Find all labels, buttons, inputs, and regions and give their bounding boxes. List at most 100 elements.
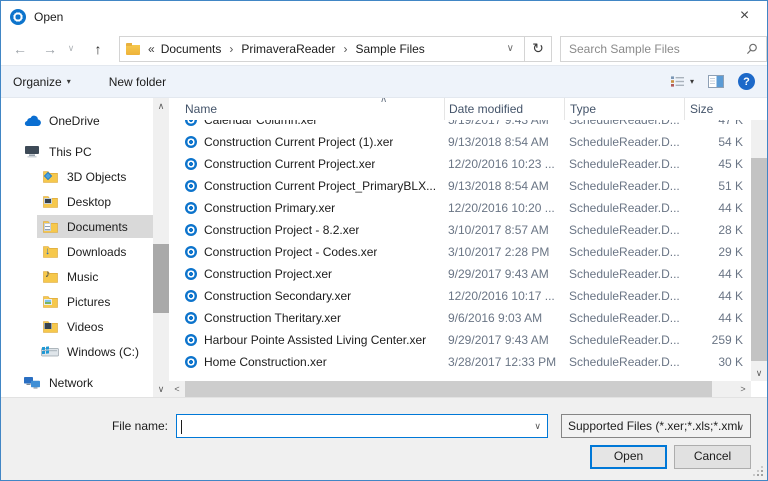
file-name-field: ∨ (176, 414, 548, 438)
sidebar-item-label: OneDrive (49, 114, 100, 128)
folder-pictures-icon (41, 295, 59, 308)
table-row[interactable]: Construction Current Project_PrimaryBLX.… (169, 175, 751, 197)
back-button[interactable]: ← (11, 41, 29, 57)
open-button[interactable]: Open (590, 445, 667, 469)
sidebar-item-label: Documents (67, 220, 128, 234)
sidebar-item-desktop[interactable]: Desktop (1, 189, 153, 214)
table-row[interactable]: Home Construction.xer3/28/2017 12:33 PMS… (169, 351, 751, 373)
search-input[interactable] (569, 42, 746, 56)
table-row[interactable]: Construction Secondary.xer12/20/2016 10:… (169, 285, 751, 307)
file-size: 28 K (684, 223, 744, 237)
breadcrumb-item-documents[interactable]: Documents (159, 42, 224, 56)
close-button[interactable]: × (722, 1, 767, 31)
sidebar-item-pictures[interactable]: Pictures (1, 289, 153, 314)
bottom-scroll-band: ∨ < > (153, 381, 751, 397)
sidebar-scrollbar-thumb[interactable] (153, 244, 169, 313)
table-row[interactable]: Construction Primary.xer12/20/2016 10:20… (169, 197, 751, 219)
open-dialog-window: Open × ← → ∨ ↑ « Documents › PrimaveraRe… (0, 0, 768, 481)
sidebar-item-network[interactable]: Network (1, 370, 153, 395)
new-folder-label: New folder (109, 75, 166, 89)
folder-3d-objects-icon (41, 170, 59, 183)
app-icon (10, 9, 26, 25)
table-row[interactable]: Construction Current Project.xer12/20/20… (169, 153, 751, 175)
up-button[interactable]: ↑ (89, 41, 107, 57)
sort-ascending-icon[interactable]: ∧ (380, 98, 387, 105)
breadcrumb-overflow-chevrons[interactable]: « (148, 42, 155, 56)
horizontal-scrollbar-track[interactable] (185, 381, 735, 397)
sidebar-item-label: This PC (49, 145, 92, 159)
title-bar: Open × (1, 1, 767, 32)
windows-flag-overlay (42, 347, 45, 350)
chevron-down-icon: ▾ (690, 77, 694, 86)
file-name: Construction Project - 8.2.xer (204, 223, 359, 237)
xer-file-icon (185, 268, 197, 280)
forward-button[interactable]: → (41, 41, 59, 57)
sidebar-item-3d-objects[interactable]: 3D Objects (1, 164, 153, 189)
file-name: Home Construction.xer (204, 355, 327, 369)
table-row[interactable]: Construction Current Project (1).xer9/13… (169, 131, 751, 153)
cancel-button[interactable]: Cancel (674, 445, 751, 469)
sidebar-scroll-down-arrow[interactable]: ∨ (153, 381, 169, 397)
horizontal-scrollbar-thumb[interactable] (185, 381, 712, 397)
refresh-button[interactable]: ↻ (525, 36, 552, 62)
resize-grip[interactable] (761, 474, 763, 476)
sidebar-item-music[interactable]: ♪ Music (1, 264, 153, 289)
xer-file-icon (185, 158, 197, 170)
file-name: Construction Project.xer (204, 267, 332, 281)
sidebar-scrollbar[interactable]: ∧ (153, 98, 169, 381)
chevron-down-icon[interactable]: ∨ (534, 421, 541, 432)
file-type-dropdown[interactable]: Supported Files (*.xer;*.xls;*.xml ∨ (561, 414, 751, 438)
column-header-type[interactable]: Type (564, 98, 684, 120)
list-vertical-scrollbar[interactable]: ∧ ∨ (751, 98, 767, 381)
column-header-name[interactable]: Name (169, 98, 444, 120)
table-row[interactable]: Construction Project - Codes.xer3/10/201… (169, 241, 751, 263)
help-button[interactable]: ? (738, 73, 755, 90)
table-row[interactable]: Construction Project.xer9/29/2017 9:43 A… (169, 263, 751, 285)
drive-windows-icon (41, 345, 59, 358)
sidebar-item-downloads[interactable]: ↓ Downloads (1, 239, 153, 264)
sidebar-item-this-pc[interactable]: This PC (1, 139, 153, 164)
xer-file-icon (185, 202, 197, 214)
xer-file-icon (185, 312, 197, 324)
column-header-size[interactable]: Size (684, 98, 746, 120)
xer-file-icon (185, 224, 197, 236)
vertical-scrollbar-thumb[interactable] (751, 158, 767, 361)
address-bar[interactable]: « Documents › PrimaveraReader › Sample F… (119, 36, 525, 62)
column-header-date-modified[interactable]: Date modified (444, 98, 564, 120)
breadcrumb-separator: › (223, 42, 239, 56)
change-view-button[interactable]: ▾ (670, 75, 694, 88)
scroll-right-arrow[interactable]: > (735, 381, 751, 397)
search-icon[interactable] (746, 43, 758, 55)
sidebar-item-windows-c[interactable]: Windows (C:) (1, 339, 153, 364)
address-dropdown-caret[interactable]: ∨ (501, 43, 520, 54)
sidebar-item-label: Pictures (67, 295, 110, 309)
organize-button[interactable]: Organize ▾ (13, 75, 71, 89)
table-row[interactable]: Harbour Pointe Assisted Living Center.xe… (169, 329, 751, 351)
preview-pane-button[interactable] (708, 75, 724, 88)
table-row[interactable]: Calendar Column.xer5/19/2017 9:43 AMSche… (169, 120, 751, 131)
sidebar-item-onedrive[interactable]: OneDrive (1, 108, 153, 133)
breadcrumb-item-primaverareader[interactable]: PrimaveraReader (239, 42, 337, 56)
file-size: 30 K (684, 355, 744, 369)
file-name-input[interactable] (177, 415, 547, 437)
file-type: ScheduleReader.D... (564, 289, 684, 303)
scroll-up-arrow[interactable]: ∧ (153, 98, 169, 114)
file-date: 9/13/2018 8:54 AM (444, 179, 564, 193)
xer-file-icon (185, 120, 197, 126)
file-date: 12/20/2016 10:20 ... (444, 201, 564, 215)
xer-file-icon (185, 334, 197, 346)
file-date: 9/13/2018 8:54 AM (444, 135, 564, 149)
table-row[interactable]: Construction Theritary.xer9/6/2016 9:03 … (169, 307, 751, 329)
file-rows: Calendar Column.xer5/19/2017 9:43 AMSche… (169, 120, 751, 381)
recent-locations-caret[interactable]: ∨ (65, 43, 77, 54)
sidebar-item-videos[interactable]: Videos (1, 314, 153, 339)
new-folder-button[interactable]: New folder (109, 75, 166, 89)
breadcrumb-item-sample-files[interactable]: Sample Files (353, 42, 426, 56)
sidebar-item-documents[interactable]: Documents (1, 214, 153, 239)
xer-file-icon (185, 356, 197, 368)
table-row[interactable]: Construction Project - 8.2.xer3/10/2017 … (169, 219, 751, 241)
scroll-left-arrow[interactable]: < (169, 381, 185, 397)
file-size: 44 K (684, 311, 744, 325)
file-date: 9/29/2017 9:43 AM (444, 333, 564, 347)
scroll-down-arrow[interactable]: ∨ (751, 365, 767, 381)
